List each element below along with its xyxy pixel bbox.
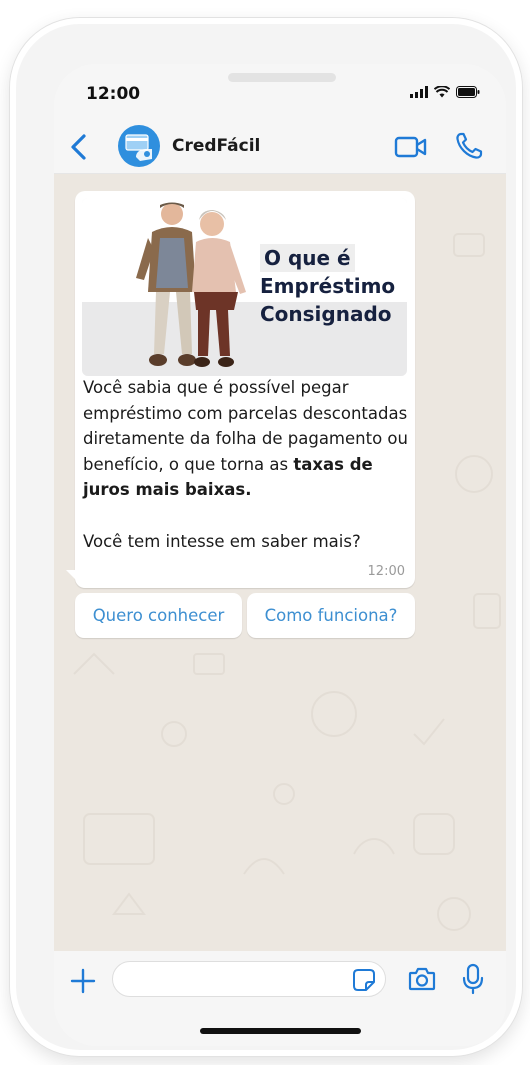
notch-speaker — [228, 73, 336, 82]
message-bubble[interactable]: O que é Empréstimo Consignado Você sabia… — [75, 191, 415, 588]
image-title-line-1: O que é — [260, 244, 355, 272]
status-time: 12:00 — [86, 84, 141, 104]
status-icons — [410, 86, 480, 98]
image-title-line-3: Consignado — [260, 302, 392, 326]
phone-screen: 12:00 CredFácil O que é Empréstimo Consi… — [54, 64, 506, 1046]
back-chevron-icon[interactable] — [64, 130, 94, 164]
phone-frame: 12:00 CredFácil O que é Empréstimo Consi… — [10, 18, 522, 1056]
wifi-icon — [434, 86, 450, 98]
bubble-tail — [66, 570, 76, 580]
signal-icon — [410, 86, 428, 98]
message-image[interactable]: O que é Empréstimo Consignado — [82, 198, 407, 376]
message-text: Você sabia que é possível pegar emprésti… — [83, 375, 413, 554]
quick-reply-como-funciona[interactable]: Como funciona? — [247, 593, 415, 638]
chat-header: CredFácil — [54, 120, 506, 174]
phone-icon[interactable] — [454, 131, 484, 161]
status-bar: 12:00 — [54, 64, 506, 120]
image-title-line-2: Empréstimo — [260, 274, 396, 298]
plus-icon[interactable] — [70, 968, 96, 994]
card-payment-icon — [125, 134, 152, 161]
chat-area[interactable]: O que é Empréstimo Consignado Você sabia… — [54, 174, 506, 951]
contact-name[interactable]: CredFácil — [172, 136, 260, 156]
home-indicator — [200, 1028, 361, 1034]
message-input[interactable] — [112, 961, 386, 997]
sticker-icon[interactable] — [352, 968, 376, 992]
input-bar — [54, 951, 506, 1046]
image-title: O que é Empréstimo Consignado — [260, 244, 395, 328]
microphone-icon[interactable] — [462, 963, 484, 995]
contact-avatar[interactable] — [118, 125, 160, 167]
message-timestamp: 12:00 — [367, 564, 405, 579]
camera-icon[interactable] — [408, 966, 436, 992]
video-camera-icon[interactable] — [394, 134, 428, 160]
quick-reply-quero-conhecer[interactable]: Quero conhecer — [75, 593, 242, 638]
message-text-part-2: Você tem intesse em saber mais? — [83, 531, 361, 551]
battery-icon — [456, 86, 480, 98]
